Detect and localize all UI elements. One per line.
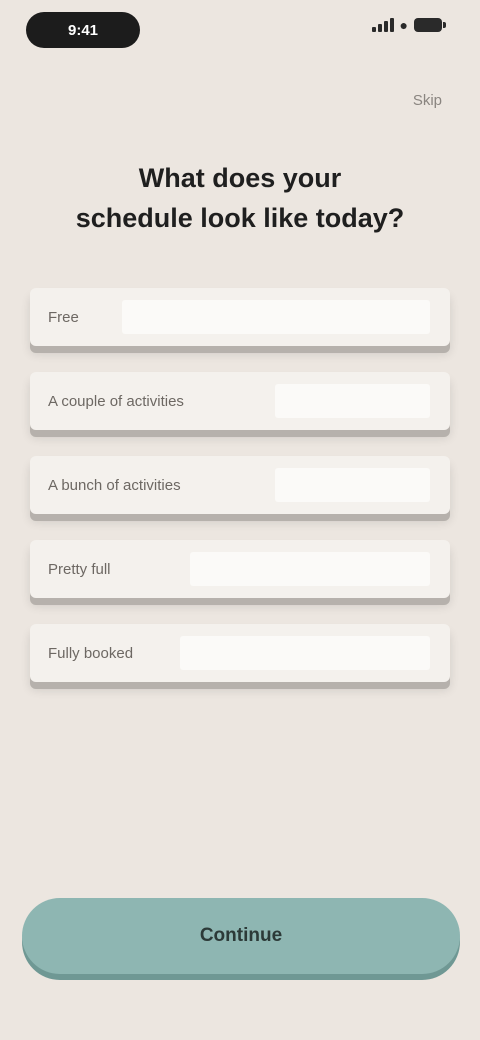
option-label: Pretty full (48, 560, 111, 578)
status-bar: 9:41 ● (0, 0, 480, 60)
screen: 9:41 ● Skip What does your schedule look… (0, 0, 480, 1040)
option-highlight (180, 636, 430, 670)
option-label: Free (48, 308, 79, 326)
option-list: Free A couple of activities A bunch of a… (30, 288, 450, 708)
option-highlight (275, 468, 430, 502)
page-title: What does your schedule look like today? (30, 158, 450, 238)
option-fully-booked[interactable]: Fully booked (30, 624, 450, 682)
option-label: A bunch of activities (48, 476, 181, 494)
signal-icon (371, 18, 394, 32)
page-title-line-2: schedule look like today? (75, 203, 405, 233)
option-highlight (190, 552, 430, 586)
option-label: A couple of activities (48, 392, 184, 410)
option-free[interactable]: Free (30, 288, 450, 346)
option-highlight (122, 300, 430, 334)
status-time: 9:41 (26, 12, 140, 48)
wifi-icon: ● (399, 17, 408, 33)
option-highlight (275, 384, 430, 418)
continue-button[interactable]: Continue (22, 898, 460, 974)
option-pretty-full[interactable]: Pretty full (30, 540, 450, 598)
option-bunch-activities[interactable]: A bunch of activities (30, 456, 450, 514)
option-label: Fully booked (48, 644, 134, 662)
option-couple-activities[interactable]: A couple of activities (30, 372, 450, 430)
status-icons: ● (371, 17, 446, 33)
battery-icon (414, 18, 446, 32)
skip-button[interactable]: Skip (413, 92, 442, 109)
page-title-line-1: What does your (138, 163, 342, 193)
